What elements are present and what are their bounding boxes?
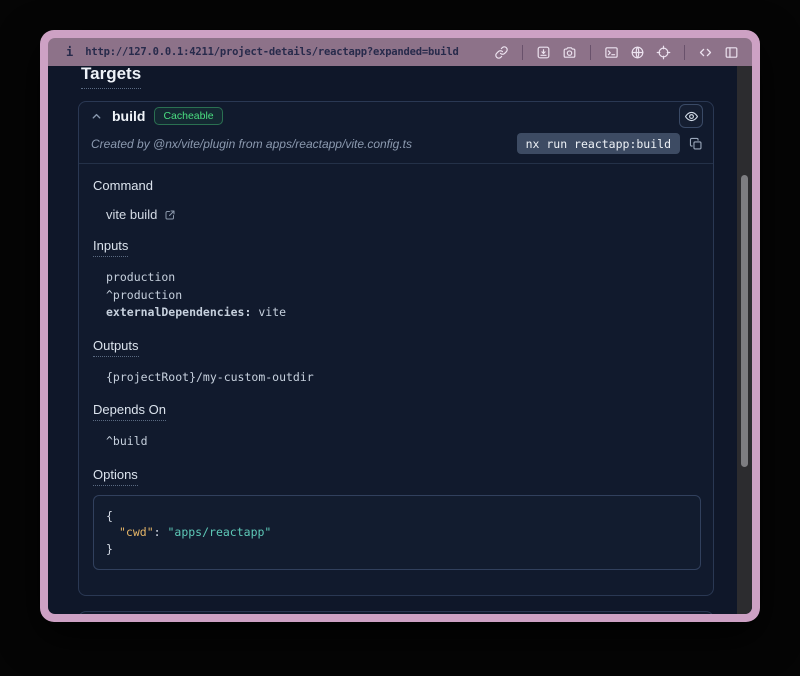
inputs-heading[interactable]: Inputs: [93, 238, 701, 257]
toolbar-separator: [684, 45, 685, 60]
inputs-list: production ^production externalDependenc…: [106, 269, 701, 322]
cacheable-badge: Cacheable: [154, 107, 222, 125]
page-content: Targets build Cacheable Created by @nx/v…: [48, 66, 752, 614]
depends-on-item: ^build: [106, 433, 701, 451]
crosshair-icon[interactable]: [655, 44, 672, 61]
info-icon[interactable]: i: [66, 45, 73, 59]
json-key: "cwd": [119, 525, 154, 539]
depends-on-heading[interactable]: Depends On: [93, 402, 701, 421]
serve-card-header[interactable]: serve vite serve: [79, 612, 713, 614]
scrollbar-thumb[interactable]: [741, 175, 748, 467]
terminal-icon[interactable]: [603, 44, 620, 61]
options-json-block: { "cwd": "apps/reactapp" }: [93, 495, 701, 571]
command-heading: Command: [93, 178, 701, 193]
input-key: externalDependencies:: [106, 305, 251, 319]
input-item: ^production: [106, 287, 701, 305]
json-separator: :: [154, 525, 168, 539]
input-item: externalDependencies: vite: [106, 304, 701, 322]
input-item: production: [106, 269, 701, 287]
output-item: {projectRoot}/my-custom-outdir: [106, 369, 701, 387]
external-link-icon[interactable]: [164, 209, 176, 221]
scrollbar-track[interactable]: [737, 66, 752, 614]
created-by-text: Created by @nx/vite/plugin from apps/rea…: [91, 137, 412, 151]
targets-heading[interactable]: Targets: [81, 66, 141, 89]
chevron-up-icon[interactable]: [90, 110, 103, 123]
eye-icon: [684, 109, 699, 124]
address-bar[interactable]: http://127.0.0.1:4211/project-details/re…: [85, 46, 458, 58]
target-card-build: build Cacheable Created by @nx/vite/plug…: [78, 101, 714, 596]
outputs-list: {projectRoot}/my-custom-outdir: [106, 369, 701, 387]
globe-icon[interactable]: [629, 44, 646, 61]
copy-icon[interactable]: [689, 137, 703, 151]
input-value: vite: [258, 305, 286, 319]
run-command-chip: nx run reactapp:build: [517, 133, 680, 154]
options-heading[interactable]: Options: [93, 467, 701, 486]
download-icon[interactable]: [535, 44, 552, 61]
camera-icon[interactable]: [561, 44, 578, 61]
scroll-pane: Targets build Cacheable Created by @nx/v…: [48, 66, 737, 614]
app-window: i http://127.0.0.1:4211/project-details/…: [40, 30, 760, 622]
toolbar-separator: [590, 45, 591, 60]
target-name: build: [112, 108, 145, 124]
build-card-header[interactable]: build Cacheable: [79, 102, 713, 130]
toolbar-actions: [493, 44, 740, 61]
toolbar-separator: [522, 45, 523, 60]
build-card-body: Command vite build Inputs production ^pr…: [79, 164, 713, 595]
link-icon[interactable]: [493, 44, 510, 61]
created-by-row: Created by @nx/vite/plugin from apps/rea…: [79, 130, 713, 163]
depends-on-list: ^build: [106, 433, 701, 451]
outputs-heading[interactable]: Outputs: [93, 338, 701, 357]
json-line: }: [106, 541, 688, 558]
browser-toolbar: i http://127.0.0.1:4211/project-details/…: [48, 38, 752, 66]
view-in-graph-button[interactable]: [679, 104, 703, 128]
json-line: {: [106, 508, 688, 525]
sidebar-icon[interactable]: [723, 44, 740, 61]
code-icon[interactable]: [697, 44, 714, 61]
target-card-serve: serve vite serve: [78, 611, 714, 614]
command-value-row: vite build: [106, 207, 701, 222]
json-value: "apps/reactapp": [167, 525, 271, 539]
command-value: vite build: [106, 207, 157, 222]
json-line: "cwd": "apps/reactapp": [106, 524, 688, 541]
